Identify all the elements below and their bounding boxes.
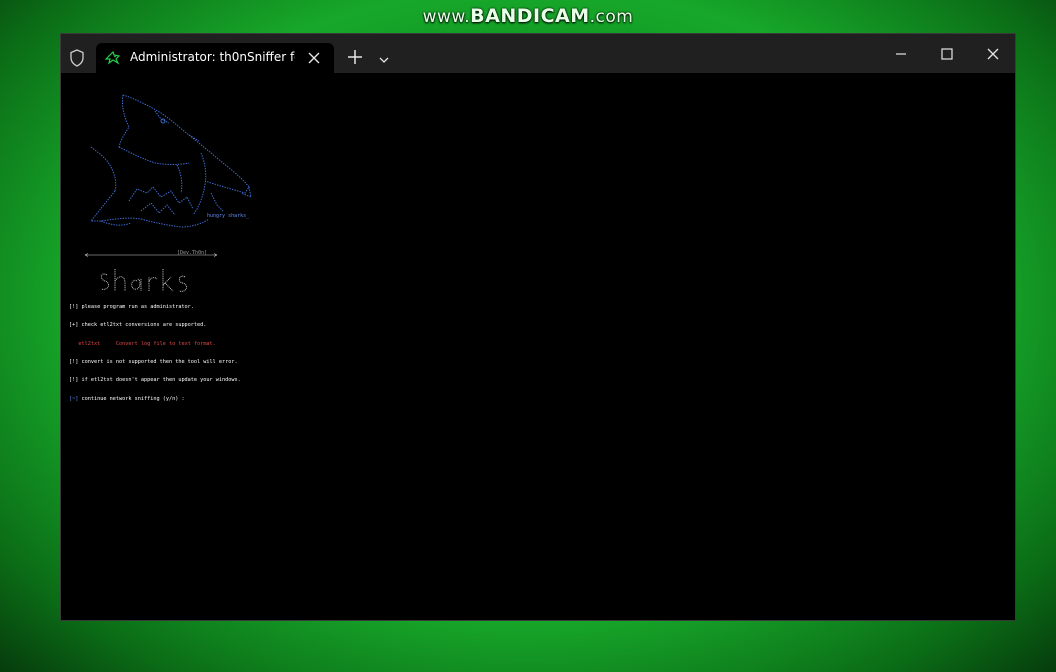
terminal-window: Administrator: th0nSniffer for hungry sh… bbox=[60, 33, 1016, 621]
log-mark: [!] bbox=[69, 359, 79, 366]
log-text: please program run as administrator. bbox=[78, 304, 194, 311]
log-text: check etl2txt conversions are supported. bbox=[78, 322, 207, 329]
log-line: etl2txt Convert log file to text format. bbox=[69, 341, 241, 347]
tab-title: Administrator: th0nSniffer for bbox=[130, 50, 295, 64]
log-line: [+] check etl2txt conversions are suppor… bbox=[69, 322, 241, 328]
close-icon[interactable] bbox=[306, 50, 322, 66]
chevron-down-icon[interactable] bbox=[378, 51, 390, 63]
log-line: [!] please program run as administrator. bbox=[69, 304, 241, 310]
log-command: etl2txt bbox=[78, 340, 101, 347]
watermark-brand: BANDICAM bbox=[470, 5, 590, 27]
terminal-output[interactable]: hungry sharks_ [Dev.Th0n] [!] please pro… bbox=[61, 73, 1015, 620]
log-description: Convert log file to text format. bbox=[100, 340, 216, 347]
shark-app-icon bbox=[104, 49, 122, 67]
log-line: [!] convert is not supported then the to… bbox=[69, 359, 241, 365]
tab-active[interactable]: Administrator: th0nSniffer for bbox=[96, 43, 334, 73]
minimize-icon[interactable] bbox=[893, 46, 909, 62]
watermark-suffix: .com bbox=[589, 7, 634, 27]
plus-icon[interactable] bbox=[347, 49, 363, 65]
prompt-text: continue network sniffing (y/n) : bbox=[78, 395, 185, 402]
log-mark bbox=[69, 341, 78, 347]
log-text: if etl2txt doesn't appear then update yo… bbox=[78, 377, 241, 384]
shield-icon bbox=[67, 48, 87, 68]
maximize-icon[interactable] bbox=[939, 46, 955, 62]
log-mark: [+] bbox=[69, 322, 79, 329]
close-window-icon[interactable] bbox=[985, 46, 1001, 62]
log-prompt[interactable]: [~] continue network sniffing (y/n) : bbox=[69, 396, 241, 402]
watermark-prefix: www. bbox=[422, 7, 471, 27]
log-text: convert is not supported then the tool w… bbox=[78, 359, 238, 366]
tagline-text: hungry sharks_ bbox=[207, 213, 250, 219]
log-line: [!] if etl2txt doesn't appear then updat… bbox=[69, 377, 241, 383]
title-bar[interactable]: Administrator: th0nSniffer for bbox=[61, 34, 1015, 73]
bandicam-watermark: www.BANDICAM.com bbox=[0, 5, 1056, 27]
console-log: [!] please program run as administrator.… bbox=[69, 292, 241, 414]
shark-ascii-art bbox=[84, 94, 252, 292]
version-text: [Dev.Th0n] bbox=[177, 250, 208, 256]
log-mark: [!] bbox=[69, 304, 79, 311]
log-mark: [~] bbox=[69, 395, 79, 402]
log-mark: [!] bbox=[69, 377, 79, 384]
